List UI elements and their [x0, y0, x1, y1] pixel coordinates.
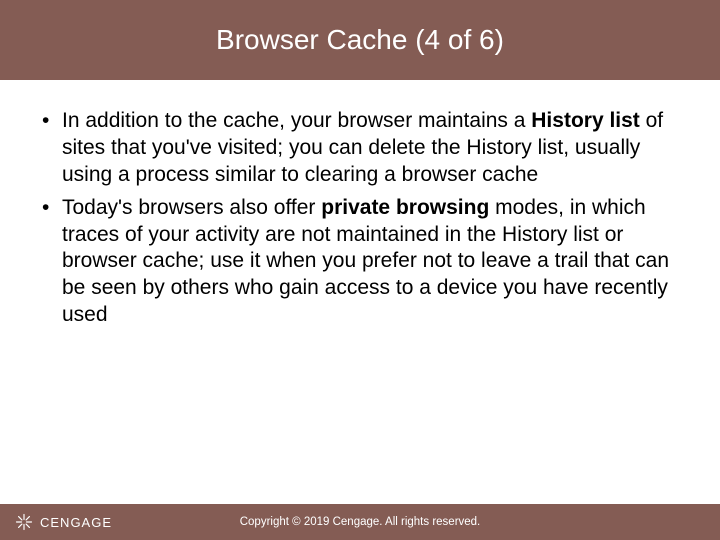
footer-bar: CENGAGE Copyright © 2019 Cengage. All ri…: [0, 504, 720, 540]
bullet-text-bold: private browsing: [321, 196, 489, 219]
brand-logo: CENGAGE: [14, 512, 112, 532]
title-bar: Browser Cache (4 of 6): [0, 0, 720, 80]
bullet-item: Today's browsers also offer private brow…: [40, 195, 680, 329]
brand-name: CENGAGE: [40, 515, 112, 530]
bullet-item: In addition to the cache, your browser m…: [40, 108, 680, 189]
bullet-list: In addition to the cache, your browser m…: [40, 108, 680, 329]
bullet-text-bold: History list: [531, 109, 640, 132]
slide-title: Browser Cache (4 of 6): [216, 24, 504, 56]
slide-content: In addition to the cache, your browser m…: [0, 80, 720, 329]
bullet-text-pre: Today's browsers also offer: [62, 196, 321, 219]
bullet-text-pre: In addition to the cache, your browser m…: [62, 109, 531, 132]
copyright-text: Copyright © 2019 Cengage. All rights res…: [240, 516, 481, 528]
cengage-star-icon: [14, 512, 34, 532]
